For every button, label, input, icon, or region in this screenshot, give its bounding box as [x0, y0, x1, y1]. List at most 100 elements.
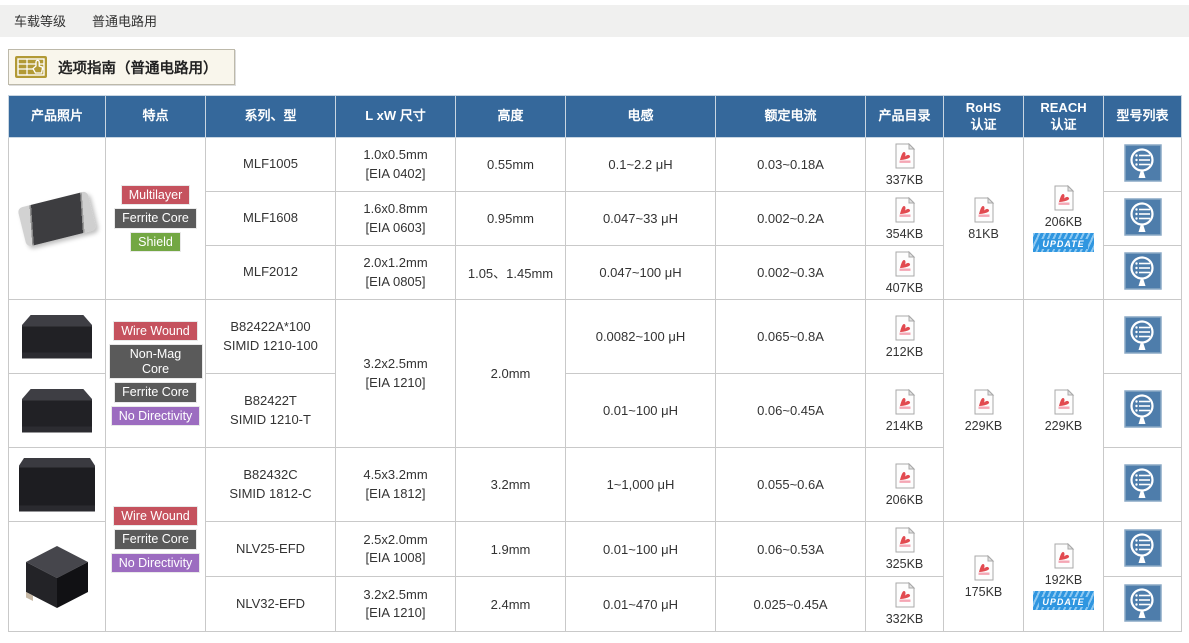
- catalog-cell: 407KB: [866, 246, 944, 300]
- column-header-photo: 产品照片: [9, 96, 106, 138]
- features-cell: Wire Wound Non-Mag Core Ferrite Core No …: [106, 300, 206, 448]
- pdf-size-label: 354KB: [886, 227, 924, 241]
- product-photo-wirewound-block: [22, 315, 92, 359]
- pdf-icon: [1053, 543, 1075, 569]
- part-list-cell: [1104, 246, 1182, 300]
- part-list-cell: [1104, 192, 1182, 246]
- update-badge: UPDATE: [1033, 591, 1093, 610]
- rohs-pdf-link[interactable]: 81KB: [968, 197, 999, 241]
- series-cell: MLF1608: [206, 192, 336, 246]
- rohs-pdf-link[interactable]: 175KB: [965, 555, 1003, 599]
- catalog-pdf-link[interactable]: 337KB: [886, 143, 924, 187]
- category-tab-strip: 车载等级 普通电路用: [0, 5, 1189, 37]
- pdf-icon: [894, 143, 916, 169]
- part-list-button[interactable]: [1124, 252, 1162, 290]
- tab-automotive-grade[interactable]: 车载等级: [14, 11, 66, 30]
- selection-guide-button[interactable]: 选项指南（普通电路用）: [8, 49, 235, 85]
- product-photo-wirewound-block: [22, 389, 92, 433]
- height-cell: 0.55mm: [456, 138, 566, 192]
- catalog-pdf-link[interactable]: 332KB: [886, 582, 924, 626]
- feature-tag: No Directivity: [111, 406, 201, 426]
- catalog-pdf-link[interactable]: 206KB: [886, 463, 924, 507]
- feature-tag: Ferrite Core: [114, 382, 197, 402]
- feature-tag: Wire Wound: [113, 321, 198, 341]
- part-list-button[interactable]: [1124, 198, 1162, 236]
- reach-pdf-link[interactable]: 192KB: [1045, 543, 1083, 587]
- pdf-size-label: 325KB: [886, 557, 924, 571]
- product-photo-molded-cube: [18, 542, 96, 612]
- inductance-cell: 0.01~100 μH: [566, 374, 716, 448]
- catalog-pdf-link[interactable]: 212KB: [886, 315, 924, 359]
- catalog-cell: 337KB: [866, 138, 944, 192]
- part-list-button[interactable]: [1124, 144, 1162, 182]
- size-cell: 3.2x2.5mm[EIA 1210]: [336, 577, 456, 632]
- feature-tag: Multilayer: [121, 185, 191, 205]
- reach-pdf-link[interactable]: 229KB: [1045, 389, 1083, 433]
- part-list-cell: [1104, 138, 1182, 192]
- column-header-rohs: RoHS认证: [944, 96, 1024, 138]
- current-cell: 0.025~0.45A: [716, 577, 866, 632]
- catalog-pdf-link[interactable]: 325KB: [886, 527, 924, 571]
- tab-general-circuit[interactable]: 普通电路用: [92, 11, 157, 30]
- series-cell: MLF1005: [206, 138, 336, 192]
- pdf-size-label: 192KB: [1045, 573, 1083, 587]
- part-list-cell: [1104, 374, 1182, 448]
- inductance-cell: 0.01~470 μH: [566, 577, 716, 632]
- pdf-icon: [973, 389, 995, 415]
- pdf-size-label: 229KB: [965, 419, 1003, 433]
- catalog-pdf-link[interactable]: 354KB: [886, 197, 924, 241]
- current-cell: 0.03~0.18A: [716, 138, 866, 192]
- rohs-pdf-link[interactable]: 229KB: [965, 389, 1003, 433]
- product-photo-cell: [9, 374, 106, 448]
- pdf-size-label: 206KB: [1045, 215, 1083, 229]
- header-row: 产品照片 特点 系列、型 L xW 尺寸 高度 电感 额定电流 产品目录 RoH…: [9, 96, 1182, 138]
- features-cell: Wire Wound Ferrite Core No Directivity: [106, 448, 206, 632]
- series-cell: B82422TSIMID 1210-T: [206, 374, 336, 448]
- catalog-pdf-link[interactable]: 214KB: [886, 389, 924, 433]
- inductance-cell: 0.047~33 μH: [566, 192, 716, 246]
- catalog-cell: 354KB: [866, 192, 944, 246]
- inductance-cell: 0.047~100 μH: [566, 246, 716, 300]
- height-cell: 2.0mm: [456, 300, 566, 448]
- feature-tag: Shield: [130, 232, 181, 252]
- product-photo-cell: [9, 300, 106, 374]
- height-cell: 3.2mm: [456, 448, 566, 522]
- feature-tag: Wire Wound: [113, 506, 198, 526]
- catalog-pdf-link[interactable]: 407KB: [886, 251, 924, 295]
- feature-tag: Ferrite Core: [114, 208, 197, 228]
- pdf-size-label: 407KB: [886, 281, 924, 295]
- catalog-cell: 206KB: [866, 448, 944, 522]
- size-cell: 2.0x1.2mm[EIA 0805]: [336, 246, 456, 300]
- magnifier-list-icon: [1124, 144, 1162, 182]
- magnifier-list-icon: [1124, 584, 1162, 622]
- column-header-inductance: 电感: [566, 96, 716, 138]
- inductance-cell: 0.0082~100 μH: [566, 300, 716, 374]
- selection-guide-label: 选项指南（普通电路用）: [58, 57, 218, 78]
- part-list-button[interactable]: [1124, 584, 1162, 622]
- series-cell: B82432CSIMID 1812-C: [206, 448, 336, 522]
- selection-guide-icon: [14, 54, 48, 80]
- part-list-button[interactable]: [1124, 464, 1162, 502]
- product-photo-cell: [9, 448, 106, 522]
- catalog-cell: 325KB: [866, 522, 944, 577]
- height-cell: 0.95mm: [456, 192, 566, 246]
- part-list-button[interactable]: [1124, 316, 1162, 354]
- size-cell: 3.2x2.5mm[EIA 1210]: [336, 300, 456, 448]
- update-badge: UPDATE: [1033, 233, 1093, 252]
- column-header-part-list: 型号列表: [1104, 96, 1182, 138]
- reach-pdf-link[interactable]: 206KB: [1045, 185, 1083, 229]
- column-header-height: 高度: [456, 96, 566, 138]
- rohs-cell: 175KB: [944, 522, 1024, 632]
- part-list-button[interactable]: [1124, 390, 1162, 428]
- column-header-rated-current: 额定电流: [716, 96, 866, 138]
- pdf-size-label: 212KB: [886, 345, 924, 359]
- part-list-button[interactable]: [1124, 529, 1162, 567]
- part-list-cell: [1104, 577, 1182, 632]
- size-cell: 1.0x0.5mm[EIA 0402]: [336, 138, 456, 192]
- table-row: Multilayer Ferrite Core Shield MLF1005 1…: [9, 138, 1182, 192]
- pdf-size-label: 81KB: [968, 227, 999, 241]
- pdf-icon: [1053, 185, 1075, 211]
- magnifier-list-icon: [1124, 390, 1162, 428]
- series-cell: NLV32-EFD: [206, 577, 336, 632]
- pdf-size-label: 229KB: [1045, 419, 1083, 433]
